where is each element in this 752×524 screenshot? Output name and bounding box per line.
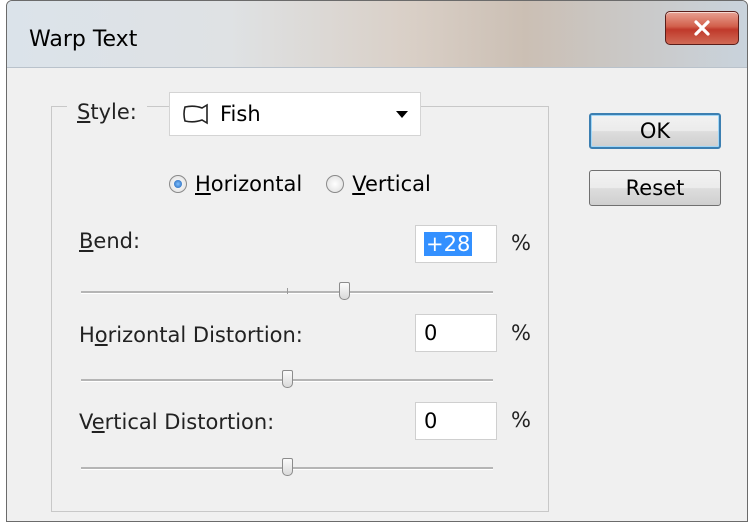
radio-horizontal-label: Horizontal: [195, 172, 303, 196]
warp-options-group: [51, 106, 549, 512]
radio-vertical-indicator[interactable]: [326, 175, 345, 193]
horizontal-distortion-value: 0: [424, 321, 438, 345]
radio-vertical-label: Vertical: [352, 172, 431, 196]
fish-warp-icon: [183, 103, 208, 125]
ok-button[interactable]: OK: [589, 113, 721, 149]
close-button[interactable]: [665, 11, 739, 45]
vertical-distortion-percent-unit: %: [511, 408, 531, 432]
reset-button[interactable]: Reset: [589, 170, 721, 206]
style-value: Fish: [220, 102, 261, 126]
horizontal-distortion-percent-unit: %: [511, 321, 531, 345]
style-label-container: Style:: [67, 88, 147, 136]
radio-vertical[interactable]: Vertical: [326, 172, 431, 196]
close-icon: [694, 20, 710, 36]
bend-input[interactable]: +28: [415, 225, 497, 263]
dialog-title: Warp Text: [29, 27, 138, 52]
bend-slider-thumb[interactable]: [339, 282, 351, 300]
vertical-distortion-input[interactable]: 0: [415, 402, 497, 440]
vertical-distortion-label: Vertical Distortion:: [79, 410, 275, 434]
dialog-body: Style: Fish Horizontal Vertical Bend: +2…: [7, 68, 747, 521]
chevron-down-icon: [396, 111, 408, 118]
style-label: Style:: [77, 100, 137, 124]
radio-horizontal[interactable]: Horizontal: [169, 172, 302, 196]
horizontal-distortion-label: Horizontal Distortion:: [79, 323, 303, 347]
title-bar[interactable]: Warp Text: [7, 1, 747, 68]
orientation-radio-group: Horizontal Vertical: [169, 172, 431, 196]
warp-text-dialog: Warp Text Style: Fish Horizontal Vertica…: [6, 0, 748, 522]
style-dropdown[interactable]: Fish: [169, 92, 421, 136]
radio-horizontal-indicator[interactable]: [169, 175, 187, 193]
bend-label: Bend:: [79, 229, 141, 253]
horizontal-distortion-input[interactable]: 0: [415, 314, 497, 352]
vertical-distortion-value: 0: [424, 409, 438, 433]
bend-center-tick: [287, 288, 288, 294]
bend-percent-unit: %: [511, 231, 531, 255]
vertical-distortion-slider-thumb[interactable]: [281, 458, 293, 476]
bend-value: +28: [424, 232, 473, 256]
horizontal-distortion-slider-thumb[interactable]: [281, 370, 293, 388]
